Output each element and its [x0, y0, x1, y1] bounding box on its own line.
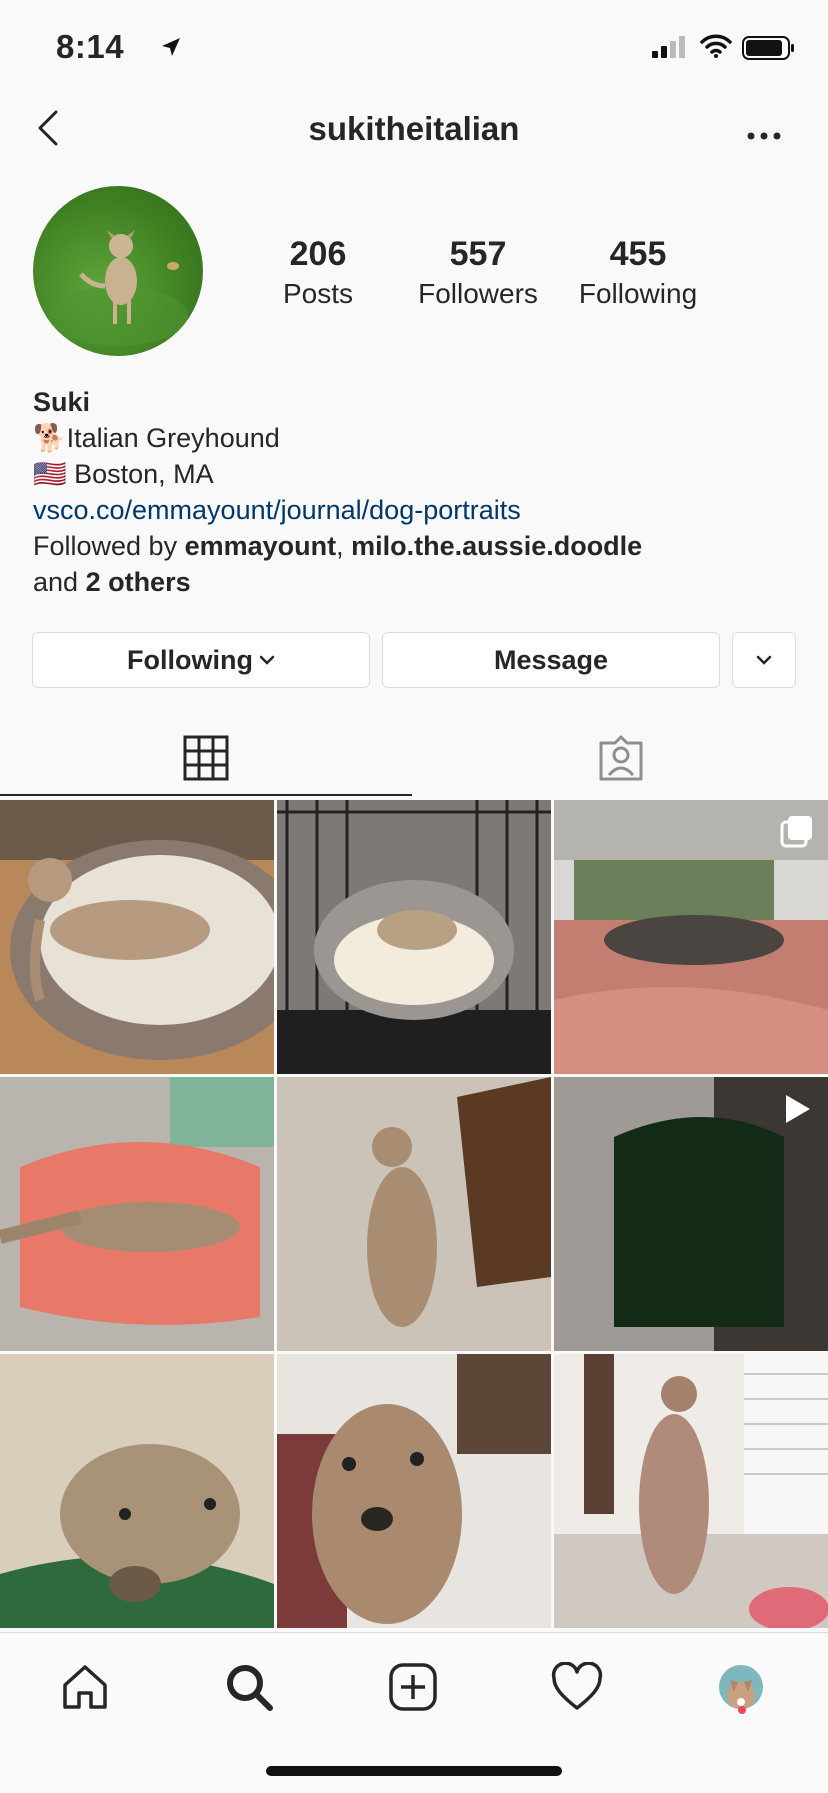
followed-by-user-milo[interactable]: milo.the.aussie.doodle — [351, 531, 642, 561]
bio-location-line: 🇺🇸 Boston, MA — [33, 459, 214, 489]
followed-by-and: and — [33, 567, 86, 597]
message-button[interactable]: Message — [382, 632, 720, 688]
following-label: Following — [578, 278, 698, 309]
profile-display-name: Suki — [33, 387, 91, 417]
post-tile[interactable] — [554, 1077, 828, 1351]
location-arrow-icon — [160, 36, 182, 63]
stat-posts[interactable]: 206 Posts — [238, 234, 398, 312]
followed-by-others-line[interactable]: and 2 others — [33, 564, 803, 600]
home-indicator — [266, 1766, 562, 1776]
cellular-signal-icon — [652, 36, 688, 63]
profile-avatar[interactable] — [33, 186, 203, 356]
followers-count: 557 — [449, 235, 507, 273]
followed-by-prefix: Followed by — [33, 531, 185, 561]
new-post-icon[interactable] — [378, 1652, 448, 1722]
profile-username-title: sukitheitalian — [308, 110, 520, 147]
post-tile[interactable] — [277, 800, 551, 1074]
post-tile[interactable] — [554, 800, 828, 1074]
following-count: 455 — [609, 235, 667, 273]
followers-label: Followers — [418, 278, 538, 309]
post-tile[interactable] — [277, 1354, 551, 1628]
wifi-icon — [700, 34, 732, 63]
notification-dot — [738, 1706, 746, 1714]
following-button[interactable]: Following — [32, 632, 370, 688]
more-options-icon[interactable] — [746, 128, 782, 146]
active-tab-indicator — [0, 794, 412, 796]
profile-bio: Suki 🐕Italian Greyhound 🇺🇸 Boston, MA vs… — [33, 384, 803, 600]
activity-heart-icon[interactable] — [542, 1652, 612, 1722]
bio-breed-line: 🐕Italian Greyhound — [33, 423, 280, 453]
carousel-icon — [780, 814, 814, 848]
bio-website-link[interactable]: vsco.co/emmayount/journal/dog-portraits — [33, 492, 803, 528]
posts-count: 206 — [289, 235, 347, 273]
post-tile[interactable] — [277, 1077, 551, 1351]
tagged-tab[interactable] — [414, 720, 828, 796]
post-tile[interactable] — [0, 1077, 274, 1351]
stat-following[interactable]: 455 Following — [558, 234, 718, 312]
status-time: 8:14 — [56, 28, 125, 65]
followed-by-others-count[interactable]: 2 others — [86, 567, 191, 597]
home-icon[interactable] — [50, 1652, 120, 1722]
battery-icon — [742, 36, 796, 65]
message-button-label: Message — [493, 644, 609, 675]
followed-by-user-emmayount[interactable]: emmayount — [185, 531, 337, 561]
search-icon[interactable] — [214, 1652, 284, 1722]
video-play-icon — [782, 1093, 812, 1125]
posts-label: Posts — [282, 278, 354, 309]
post-tile[interactable] — [554, 1354, 828, 1628]
chevron-down-icon — [259, 654, 275, 666]
followed-by-separator: , — [336, 531, 352, 561]
suggested-accounts-button[interactable] — [732, 632, 796, 688]
grid-icon — [183, 735, 229, 781]
following-button-label: Following — [127, 644, 253, 675]
post-tile[interactable] — [0, 1354, 274, 1628]
chevron-down-icon — [756, 654, 772, 666]
grid-tab[interactable] — [0, 720, 412, 796]
followed-by-line[interactable]: Followed by emmayount, milo.the.aussie.d… — [33, 528, 803, 564]
post-tile[interactable] — [0, 800, 274, 1074]
stat-followers[interactable]: 557 Followers — [398, 234, 558, 312]
tagged-person-icon — [597, 735, 645, 781]
